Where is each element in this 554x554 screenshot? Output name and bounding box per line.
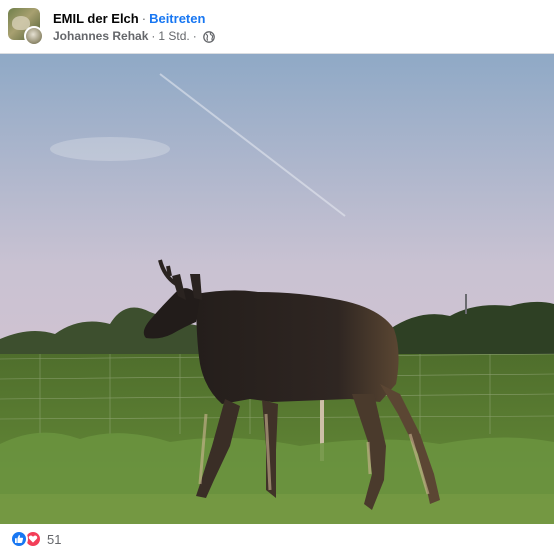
separator-dot: · [192,29,197,43]
author-avatar[interactable] [24,26,44,46]
globe-icon[interactable] [202,30,215,43]
post-video[interactable] [0,54,554,524]
cloud [50,137,170,161]
moose-scene [0,54,554,524]
group-name-link[interactable]: EMIL der Elch [53,11,139,26]
post-title-line: EMIL der Elch · Beitreten [53,11,205,27]
author-name-link[interactable]: Johannes Rehak [53,29,148,44]
reaction-icons[interactable] [10,530,42,548]
avatar-stack[interactable] [8,8,44,46]
like-icon[interactable] [10,530,28,548]
post-timestamp[interactable]: 1 Std. [158,29,189,44]
separator-dot: · [141,11,147,26]
reactions-summary[interactable]: 51 [0,524,554,554]
post-header: EMIL der Elch · Beitreten Johannes Rehak ·… [0,0,554,53]
mown-strip [0,494,554,524]
reaction-count[interactable]: 51 [47,532,61,547]
separator-dot: · [151,29,156,43]
join-group-link[interactable]: Beitreten [149,11,205,26]
post-meta-line: Johannes Rehak · 1 Std. · [53,29,215,44]
